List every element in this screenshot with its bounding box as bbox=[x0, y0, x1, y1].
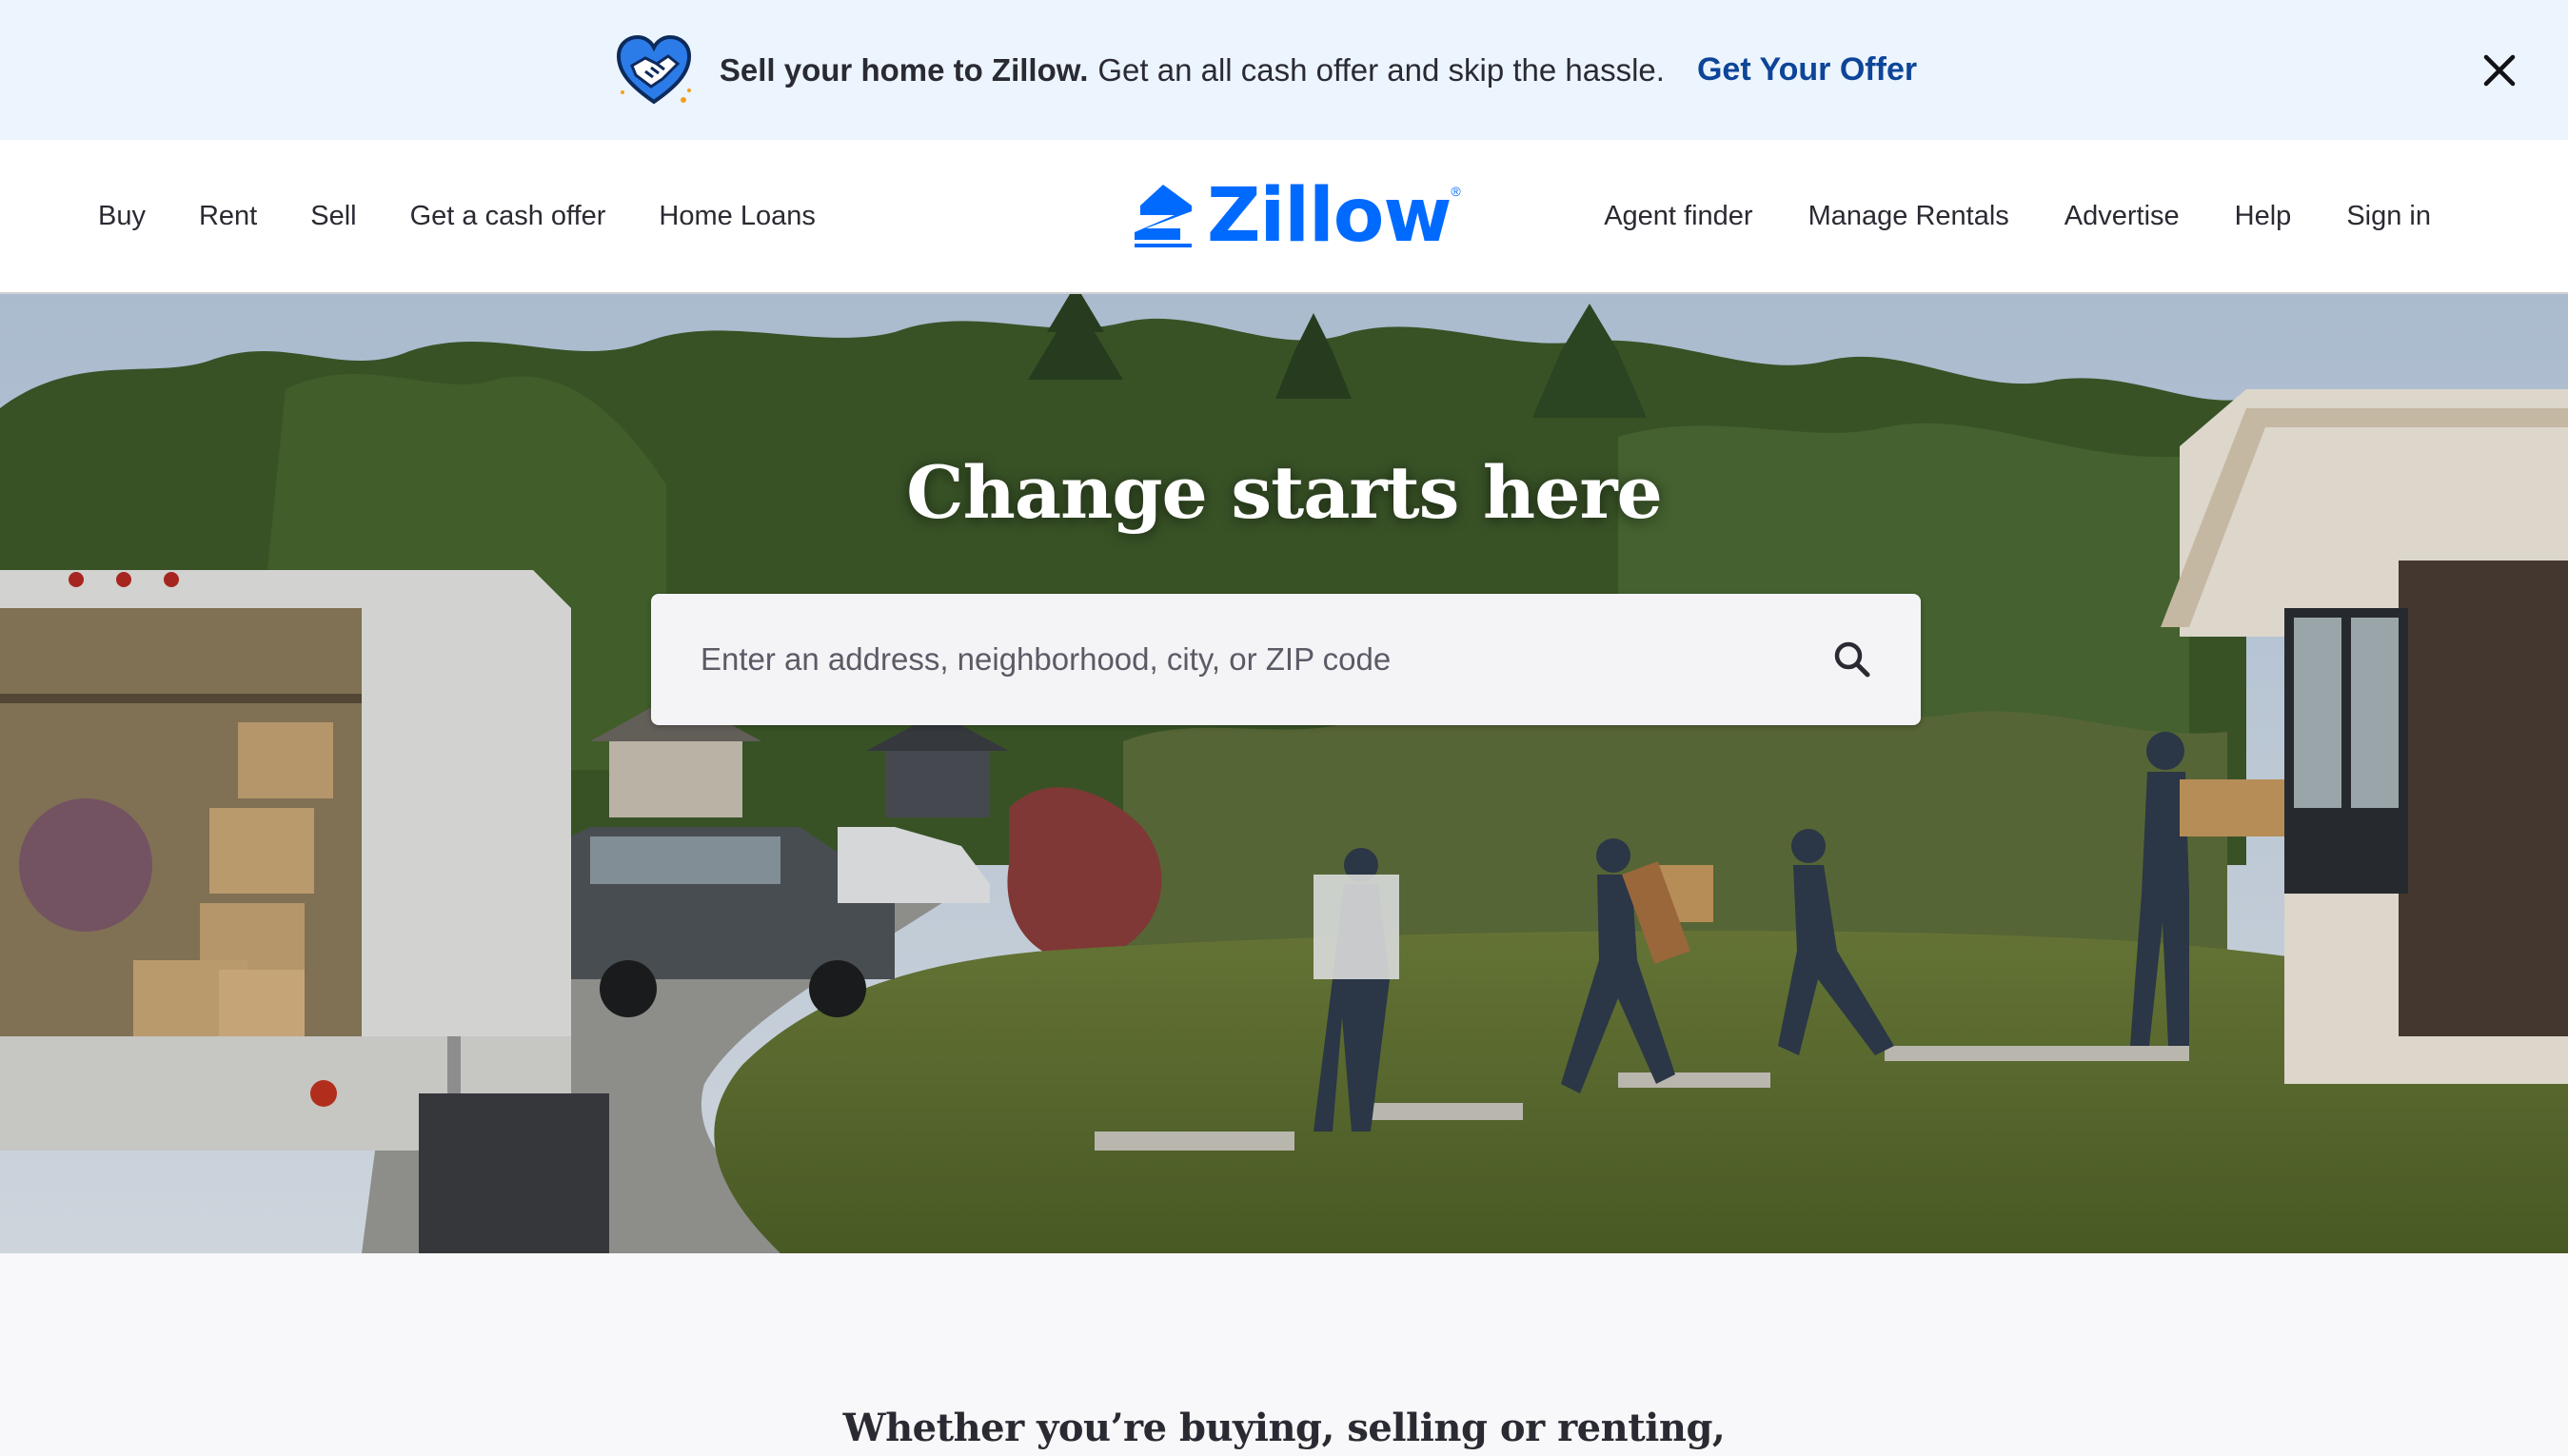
nav-home-loans[interactable]: Home Loans bbox=[659, 201, 815, 232]
search-bar bbox=[651, 594, 1921, 725]
nav-manage-rentals[interactable]: Manage Rentals bbox=[1808, 201, 2009, 232]
search-icon[interactable] bbox=[1831, 639, 1873, 680]
nav-rent[interactable]: Rent bbox=[199, 201, 257, 232]
hero-section: Change starts here bbox=[0, 294, 2568, 1253]
site-header: Buy Rent Sell Get a cash offer Home Loan… bbox=[0, 140, 2568, 294]
zillow-logo[interactable]: Zillow ® bbox=[1133, 173, 1461, 259]
secondary-nav: Agent finder Manage Rentals Advertise He… bbox=[1549, 140, 2431, 292]
family-moving-photo bbox=[0, 294, 2568, 1253]
logo-wordmark: Zillow bbox=[1207, 173, 1452, 259]
promo-content: Sell your home to Zillow. Get an all cas… bbox=[613, 30, 1917, 111]
nav-help[interactable]: Help bbox=[2235, 201, 2292, 232]
zillow-logo-icon bbox=[1135, 185, 1192, 247]
handshake-heart-icon bbox=[616, 34, 691, 104]
hero-title: Change starts here bbox=[906, 450, 1663, 535]
close-icon[interactable] bbox=[2477, 48, 2522, 93]
registered-mark: ® bbox=[1451, 184, 1461, 199]
nav-buy[interactable]: Buy bbox=[98, 201, 146, 232]
nav-sign-in[interactable]: Sign in bbox=[2346, 201, 2431, 232]
search-input[interactable] bbox=[699, 640, 1749, 679]
promo-text: Get an all cash offer and skip the hassl… bbox=[1097, 51, 1665, 88]
intro-section: Whether you’re buying, selling or rentin… bbox=[0, 1253, 2568, 1456]
nav-get-a-cash-offer[interactable]: Get a cash offer bbox=[410, 201, 606, 232]
promo-headline: Sell your home to Zillow. bbox=[719, 51, 1089, 88]
section-heading: Whether you’re buying, selling or rentin… bbox=[842, 1406, 1726, 1450]
primary-nav: Buy Rent Sell Get a cash offer Home Loan… bbox=[98, 140, 869, 292]
get-your-offer-link[interactable]: Get Your Offer bbox=[1697, 51, 1917, 89]
nav-sell[interactable]: Sell bbox=[310, 201, 356, 232]
nav-agent-finder[interactable]: Agent finder bbox=[1604, 201, 1752, 232]
promo-banner: Sell your home to Zillow. Get an all cas… bbox=[0, 0, 2568, 140]
nav-advertise[interactable]: Advertise bbox=[2064, 201, 2180, 232]
